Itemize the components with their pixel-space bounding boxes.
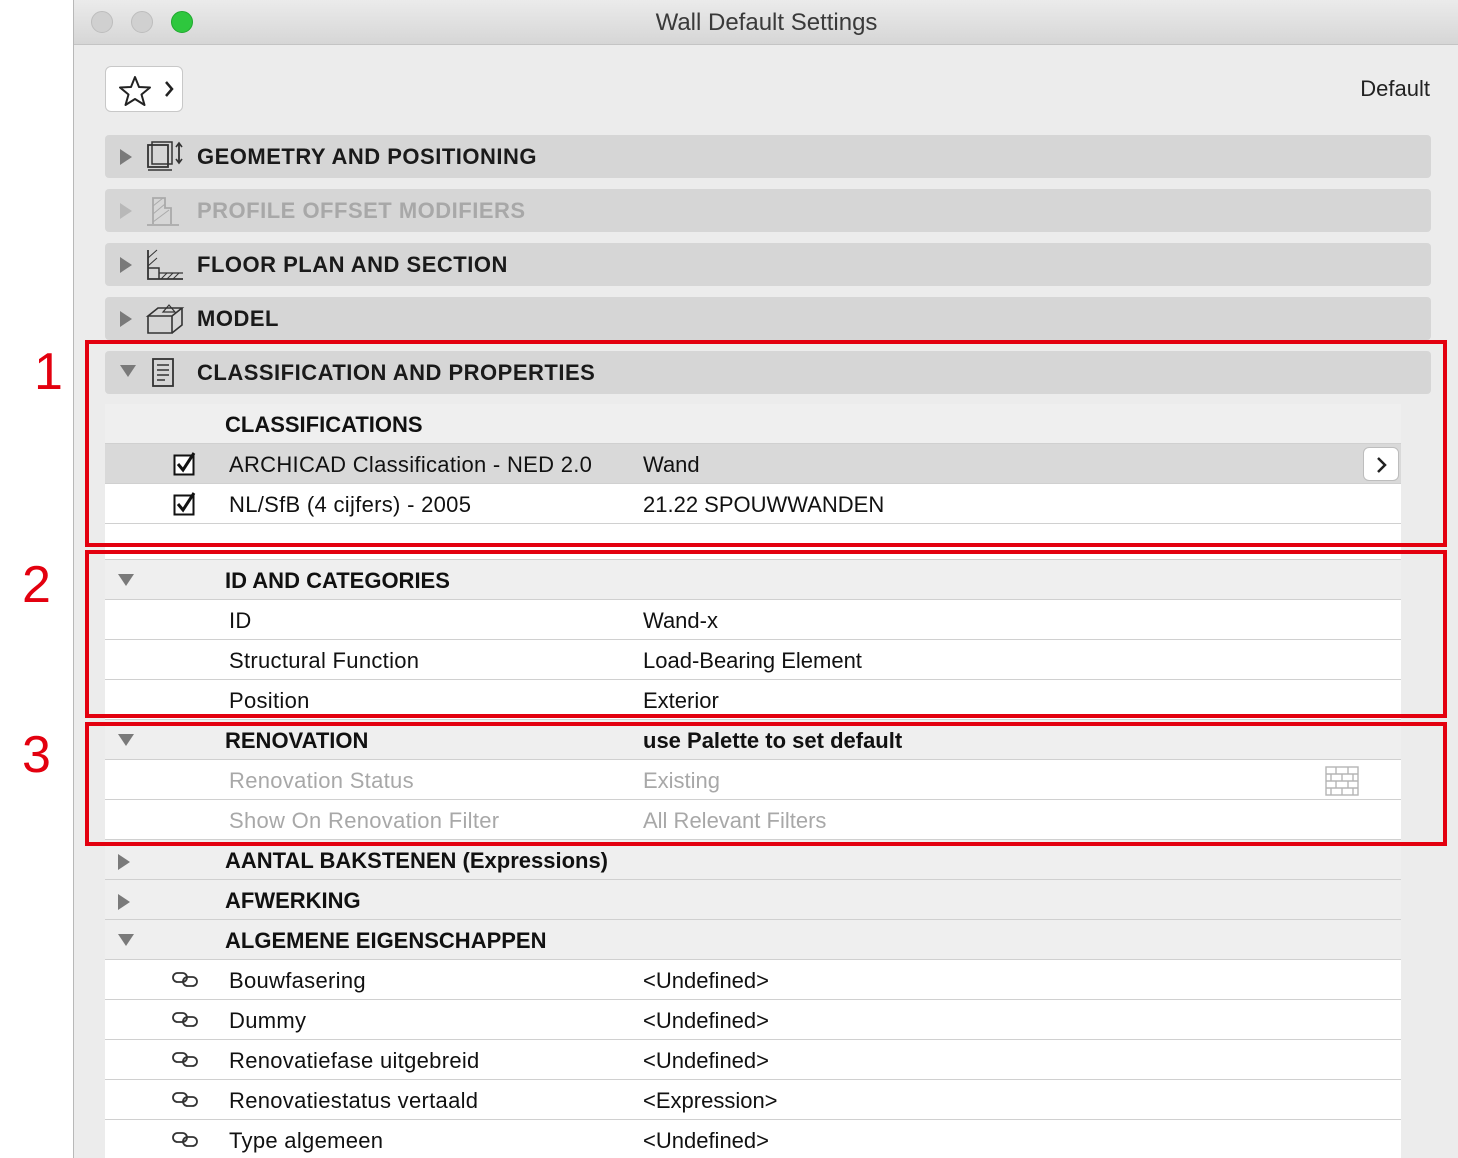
disclosure-expanded-icon [118, 574, 134, 586]
link-icon [172, 1052, 198, 1067]
property-name: ID [229, 608, 252, 633]
property-name: Dummy [229, 1008, 307, 1033]
property-value: Existing [643, 768, 721, 793]
classification-system: NL/SfB (4 cijfers) - 2005 [229, 492, 472, 517]
renovation-note: use Palette to set default [643, 728, 903, 753]
property-value[interactable]: <Undefined> [643, 1128, 769, 1154]
property-name: Show On Renovation Filter [229, 808, 500, 833]
group-title: ALGEMENE EIGENSCHAPPEN [225, 928, 547, 953]
property-row: Show On Renovation Filter All Relevant F… [105, 800, 1401, 840]
panel-label: MODEL [197, 306, 279, 331]
property-row[interactable]: Structural Function Load-Bearing Element [105, 640, 1401, 680]
link-icon [172, 1012, 198, 1027]
panel-label: CLASSIFICATION AND PROPERTIES [197, 360, 596, 385]
panel-geometry-and-positioning[interactable]: GEOMETRY AND POSITIONING [105, 135, 1431, 178]
panel-profile-offset-modifiers: PROFILE OFFSET MODIFIERS [105, 189, 1431, 232]
annotation-number-3: 3 [22, 726, 51, 784]
renovation-header[interactable]: RENOVATION use Palette to set default [105, 720, 1401, 760]
panel-floor-plan-and-section[interactable]: FLOOR PLAN AND SECTION [105, 243, 1431, 286]
annotation-number-1: 1 [34, 343, 63, 401]
floor-plan-icon [147, 249, 183, 280]
property-name: Position [229, 688, 310, 713]
property-value[interactable]: <Undefined> [643, 968, 769, 994]
property-name: Renovatiefase uitgebreid [229, 1048, 480, 1073]
property-value[interactable]: <Undefined> [643, 1048, 769, 1074]
brick-wall-icon [1325, 766, 1359, 796]
panel-label: PROFILE OFFSET MODIFIERS [197, 198, 526, 223]
chevron-right-icon [1377, 457, 1387, 473]
group-header[interactable]: AANTAL BAKSTENEN (Expressions) [105, 840, 1401, 880]
disclosure-collapsed-icon [120, 311, 132, 327]
classification-system: ARCHICAD Classification - NED 2.0 [229, 452, 593, 477]
property-row[interactable]: Position Exterior [105, 680, 1401, 720]
group-title: AFWERKING [225, 888, 361, 913]
annotation-number-2: 2 [22, 556, 51, 614]
disclosure-collapsed-icon [120, 203, 132, 219]
disclosure-expanded-icon [118, 734, 134, 746]
property-name: Type algemeen [229, 1128, 384, 1153]
classification-value: Wand [643, 452, 700, 477]
link-icon [172, 1132, 198, 1147]
classifications-header: CLASSIFICATIONS [105, 404, 1401, 444]
chevron-right-icon [165, 81, 174, 97]
property-name: Bouwfasering [229, 968, 366, 993]
group-header[interactable]: AFWERKING [105, 880, 1401, 920]
disclosure-collapsed-icon [120, 149, 132, 165]
property-name: Structural Function [229, 648, 420, 673]
classification-row[interactable]: NL/SfB (4 cijfers) - 2005 21.22 SPOUWWAN… [105, 484, 1401, 524]
link-icon [172, 1092, 198, 1107]
property-value[interactable]: Exterior [643, 688, 719, 714]
document-icon [152, 358, 174, 387]
property-name: Renovatiestatus vertaald [229, 1088, 479, 1113]
group-header[interactable]: ALGEMENE EIGENSCHAPPEN [105, 920, 1401, 960]
properties-tree: CLASSIFICATIONS ARCHICAD Classification … [105, 404, 1401, 1158]
disclosure-collapsed-icon [118, 894, 130, 910]
group-title: RENOVATION [225, 728, 369, 753]
property-value: All Relevant Filters [643, 808, 827, 833]
settings-window: Wall Default Settings Default GEOMETRY A… [73, 0, 1458, 1158]
window-title: Wall Default Settings [655, 9, 878, 36]
property-row[interactable]: Dummy <Undefined> [105, 1000, 1401, 1040]
link-icon [172, 972, 198, 987]
scrollbar-track[interactable] [1401, 404, 1431, 1158]
classification-row[interactable]: ARCHICAD Classification - NED 2.0 Wand [105, 444, 1401, 484]
property-row[interactable]: Bouwfasering <Undefined> [105, 960, 1401, 1000]
property-name: Renovation Status [229, 768, 414, 793]
group-title: CLASSIFICATIONS [225, 412, 423, 437]
group-title: AANTAL BAKSTENEN (Expressions) [225, 848, 609, 873]
checkbox-checked-icon[interactable] [173, 492, 197, 516]
panel-classification-and-properties[interactable]: CLASSIFICATION AND PROPERTIES [105, 351, 1431, 394]
classification-value: 21.22 SPOUWWANDEN [643, 492, 885, 517]
model-icon [145, 304, 185, 334]
property-row: Renovation Status Existing [105, 760, 1401, 800]
property-row[interactable]: Renovatiefase uitgebreid <Undefined> [105, 1040, 1401, 1080]
property-value[interactable]: <Undefined> [643, 1008, 769, 1034]
property-row[interactable]: Type algemeen <Undefined> [105, 1120, 1401, 1158]
title-bar[interactable]: Wall Default Settings [74, 0, 1458, 45]
geometry-icon [147, 141, 183, 171]
profile-icon [147, 197, 179, 226]
property-value[interactable]: <Expression> [643, 1088, 778, 1114]
disclosure-expanded-icon [120, 365, 136, 377]
property-row[interactable]: Renovatiestatus vertaald <Expression> [105, 1080, 1401, 1120]
id-categories-header[interactable]: ID AND CATEGORIES [105, 560, 1401, 600]
default-label: Default [1360, 76, 1430, 101]
favorites-button[interactable] [105, 66, 183, 112]
disclosure-expanded-icon [118, 934, 134, 946]
panel-model[interactable]: MODEL [105, 297, 1431, 340]
property-row[interactable]: ID Wand-x [105, 600, 1401, 640]
disclosure-collapsed-icon [118, 854, 130, 870]
panel-label: FLOOR PLAN AND SECTION [197, 252, 508, 277]
spacer-row [105, 524, 1401, 560]
disclosure-collapsed-icon [120, 257, 132, 273]
property-value[interactable]: Load-Bearing Element [643, 648, 862, 674]
property-value[interactable]: Wand-x [643, 608, 718, 634]
classification-browse-button[interactable] [1363, 447, 1399, 481]
group-title: ID AND CATEGORIES [225, 568, 450, 593]
panel-label: GEOMETRY AND POSITIONING [197, 144, 537, 169]
checkbox-checked-icon[interactable] [173, 452, 197, 476]
star-icon [119, 76, 151, 106]
